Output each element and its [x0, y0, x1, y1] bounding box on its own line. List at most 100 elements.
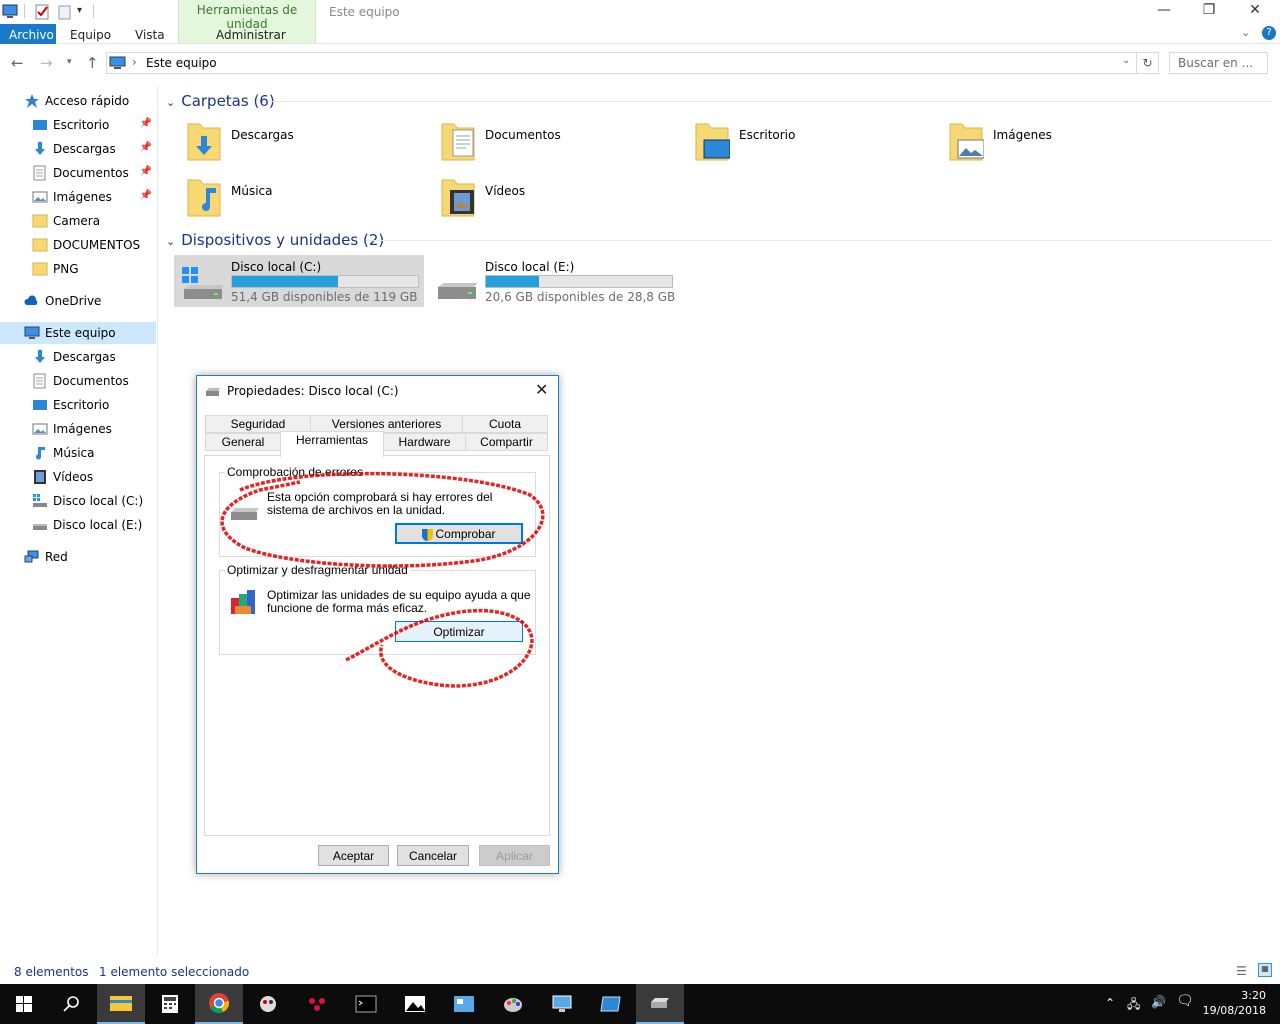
apply-button[interactable]: Aplicar — [479, 845, 550, 866]
tab-equipo[interactable]: Equipo — [61, 26, 120, 44]
chevron-down-icon[interactable]: ⌄ — [1122, 55, 1130, 66]
tray-chevron-up-icon[interactable]: ⌃ — [1105, 996, 1115, 1010]
folders-group-header[interactable]: ⌄ Carpetas (6) — [166, 92, 275, 110]
taskbar-terminal[interactable] — [342, 984, 390, 1024]
nav-pc-musica[interactable]: Música — [0, 442, 156, 464]
chevron-down-icon[interactable]: ⌄ — [1241, 26, 1250, 39]
pin-icon[interactable]: 📌 — [140, 166, 152, 177]
tab-hardware[interactable]: Hardware — [383, 433, 466, 451]
ok-button[interactable]: Aceptar — [318, 845, 389, 866]
taskbar: ⌃ 🖧 🔊 🗨 3:20 19/08/2018 — [0, 984, 1280, 1024]
nav-this-pc[interactable]: Este equipo — [0, 322, 156, 344]
windows-drive-icon — [182, 267, 224, 299]
back-arrow-icon[interactable]: ← — [11, 54, 24, 72]
nav-pc-descargas[interactable]: Descargas — [0, 346, 156, 368]
taskbar-paint[interactable] — [489, 984, 537, 1024]
folder-tile-videos[interactable]: Vídeos — [440, 172, 680, 224]
taskbar-window-app[interactable] — [587, 984, 635, 1024]
large-icons-view-icon[interactable]: ▦ — [1258, 963, 1272, 977]
terminal-icon — [355, 995, 377, 1013]
check-button[interactable]: Comprobar — [395, 523, 523, 544]
nav-network[interactable]: Red — [0, 546, 156, 568]
taskbar-calculator[interactable] — [146, 984, 194, 1024]
tab-administrar[interactable]: Administrar — [207, 26, 295, 44]
close-button[interactable]: ✕ — [1232, 2, 1278, 22]
taskbar-drive-app[interactable] — [636, 984, 684, 1024]
network-icon[interactable]: 🖧 — [1127, 995, 1140, 1016]
close-icon[interactable]: ✕ — [535, 380, 548, 399]
nav-item-camera[interactable]: Camera — [0, 210, 156, 232]
taskbar-photos[interactable] — [391, 984, 439, 1024]
taskbar-control-panel[interactable] — [440, 984, 488, 1024]
tab-general[interactable]: General — [205, 433, 281, 451]
tab-vista[interactable]: Vista — [126, 26, 174, 44]
pin-icon[interactable]: 📌 — [140, 118, 152, 129]
forward-arrow-icon[interactable]: → — [40, 54, 53, 72]
search-button[interactable] — [48, 984, 96, 1024]
tab-cuota[interactable]: Cuota — [462, 415, 548, 433]
taskbar-file-explorer[interactable] — [97, 984, 145, 1024]
nav-pc-disk-c[interactable]: Disco local (C:) — [0, 490, 156, 512]
pictures-icon — [32, 421, 48, 437]
nav-item-documentos-folder[interactable]: DOCUMENTOS — [0, 234, 156, 256]
customize-qat-icon[interactable]: ▾ — [77, 5, 82, 16]
recent-locations-icon[interactable]: ▾ — [67, 57, 72, 67]
folder-tile-imagenes[interactable]: Imágenes — [948, 116, 1188, 168]
optimize-button[interactable]: Optimizar — [395, 621, 523, 642]
nav-pc-documentos[interactable]: Documentos — [0, 370, 156, 392]
folder-tile-escritorio[interactable]: Escritorio — [694, 116, 934, 168]
drive-icon — [32, 517, 48, 533]
maximize-button[interactable]: ❐ — [1186, 2, 1232, 22]
folder-tile-descargas[interactable]: Descargas — [186, 116, 426, 168]
drive-tile-c[interactable]: Disco local (C:) 51,4 GB disponibles de … — [174, 255, 424, 307]
computer-icon[interactable] — [2, 3, 18, 21]
start-button[interactable] — [0, 984, 48, 1024]
tab-panel: Comprobación de errores Esta opción comp… — [204, 455, 550, 836]
folder-tile-musica[interactable]: Música — [186, 172, 426, 224]
help-icon[interactable]: ? — [1262, 26, 1276, 40]
taskbar-chrome[interactable] — [195, 984, 243, 1024]
volume-icon[interactable]: 🔊 — [1151, 995, 1166, 1009]
nav-item-escritorio[interactable]: Escritorio 📌 — [0, 114, 156, 136]
music-folder-icon — [187, 179, 221, 217]
drive-tile-e[interactable]: Disco local (E:) 20,6 GB disponibles de … — [428, 255, 678, 307]
up-arrow-icon[interactable]: ↑ — [86, 54, 99, 72]
tab-archivo[interactable]: Archivo — [0, 24, 56, 44]
nav-item-documentos[interactable]: Documentos 📌 — [0, 162, 156, 184]
app-red-icon — [309, 998, 325, 1011]
refresh-icon[interactable]: ↻ — [1137, 52, 1159, 74]
calculator-icon — [162, 995, 178, 1013]
chevron-down-icon: ⌄ — [166, 96, 176, 109]
details-view-icon[interactable]: ☰ — [1236, 964, 1247, 978]
taskbar-remote-desktop[interactable] — [538, 984, 586, 1024]
nav-pc-escritorio[interactable]: Escritorio — [0, 394, 156, 416]
taskbar-app-red[interactable] — [293, 984, 341, 1024]
tab-herramientas[interactable]: Herramientas — [280, 431, 384, 457]
pin-icon[interactable]: 📌 — [140, 190, 152, 201]
pin-icon[interactable]: 📌 — [140, 142, 152, 153]
nav-pc-disk-e[interactable]: Disco local (E:) — [0, 514, 156, 536]
tab-compartir[interactable]: Compartir — [465, 433, 548, 451]
nav-pc-imagenes[interactable]: Imágenes — [0, 418, 156, 440]
properties-icon[interactable] — [34, 3, 50, 21]
devices-group-header[interactable]: ⌄ Dispositivos y unidades (2) — [166, 231, 384, 249]
nav-quick-access[interactable]: Acceso rápido — [0, 90, 156, 112]
clock[interactable]: 3:20 19/08/2018 — [1203, 988, 1266, 1018]
address-bar[interactable]: › Este equipo ⌄ — [106, 52, 1137, 74]
cancel-button[interactable]: Cancelar — [397, 845, 469, 866]
breadcrumb[interactable]: Este equipo — [146, 56, 217, 70]
new-folder-icon[interactable] — [57, 3, 73, 21]
nav-onedrive[interactable]: OneDrive — [0, 290, 156, 312]
nav-item-descargas[interactable]: Descargas 📌 — [0, 138, 156, 160]
nav-label: Música — [53, 446, 95, 460]
taskbar-paint-tool[interactable] — [244, 984, 292, 1024]
nav-item-png[interactable]: PNG — [0, 258, 156, 280]
nav-label: Escritorio — [53, 118, 110, 132]
search-input[interactable]: Buscar en ... — [1169, 52, 1268, 74]
nav-pc-videos[interactable]: Vídeos — [0, 466, 156, 488]
notifications-icon[interactable]: 🗨 — [1176, 993, 1194, 1009]
drive-free-space: 20,6 GB disponibles de 28,8 GB — [485, 290, 676, 304]
folder-tile-documentos[interactable]: Documentos — [440, 116, 680, 168]
nav-item-imagenes[interactable]: Imágenes 📌 — [0, 186, 156, 208]
minimize-button[interactable]: — — [1141, 2, 1187, 22]
